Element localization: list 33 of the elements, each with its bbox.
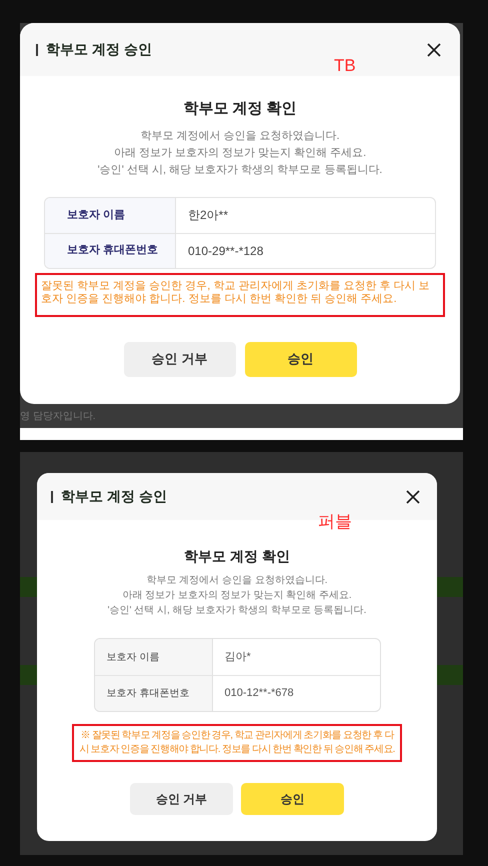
field-label: 보호자 이름 — [94, 639, 212, 675]
annotation-label: TB — [334, 55, 356, 77]
field-value: 김아* — [224, 650, 252, 665]
button-fragment — [20, 665, 37, 685]
dialog-title: 학부모 계정 승인 — [61, 487, 167, 506]
dialog-heading: 학부모 계정 확인 — [184, 547, 290, 566]
warning-message: 잘못된 학부모 계정을 승인한 경우, 학교 관리자에게 초기화를 요청한 후 다시 보호자 인증을 진행해야 합니다. 정보를 다시 한번 확인한 뒤 승인해 주세요. — [35, 272, 445, 316]
button-fragment — [437, 665, 463, 685]
annotation-label: 퍼블 — [318, 511, 352, 533]
reject-button[interactable]: 승인 거부 — [130, 783, 233, 815]
reject-button[interactable]: 승인 거부 — [124, 342, 236, 376]
button-fragment — [20, 577, 37, 597]
dialog-title: 학부모 계정 승인 — [46, 40, 152, 59]
field-value: 한2아** — [187, 207, 230, 224]
warning-message: ※ 잘못된 학부모 계정을 승인한 경우, 학교 관리자에게 초기화를 요청한 후 다시 보호자 인증을 진행해야 합니다. 정보를 다시 한번 확인한 뒤 승인해 주세요. — [72, 724, 402, 762]
approve-button[interactable]: 승인 — [244, 342, 356, 376]
description-line: 아래 정보가 보호자의 정보가 맞는지 확인해 주세요. — [121, 589, 353, 603]
title-bar-mark — [36, 44, 38, 56]
description-line: '승인' 선택 시, 해당 보호자가 학생의 학부모로 등록됩니다. — [108, 604, 366, 618]
description-line: 학부모 계정에서 승인을 요청하였습니다. — [145, 574, 329, 588]
description-line: '승인' 선택 시, 해당 보호자가 학생의 학부모로 등록됩니다. — [98, 162, 382, 178]
field-value: 010-29**-*128 — [187, 242, 264, 260]
description-line: 아래 정보가 보호자의 정보가 맞는지 확인해 주세요. — [112, 146, 368, 160]
field-label: 보호자 휴대폰번호 — [94, 676, 212, 711]
background-text: 영 담당자입니다. — [20, 410, 96, 424]
dialog-heading: 학부모 계정 확인 — [183, 99, 297, 119]
description-line: 학부모 계정에서 승인을 요청하였습니다. — [139, 128, 341, 144]
title-bar-mark — [51, 490, 53, 502]
button-fragment — [437, 577, 463, 597]
field-label: 보호자 휴대폰번호 — [45, 234, 176, 268]
field-label: 보호자 이름 — [45, 198, 176, 232]
field-value: 010-12**-*678 — [224, 686, 295, 702]
approve-button[interactable]: 승인 — [241, 783, 344, 815]
